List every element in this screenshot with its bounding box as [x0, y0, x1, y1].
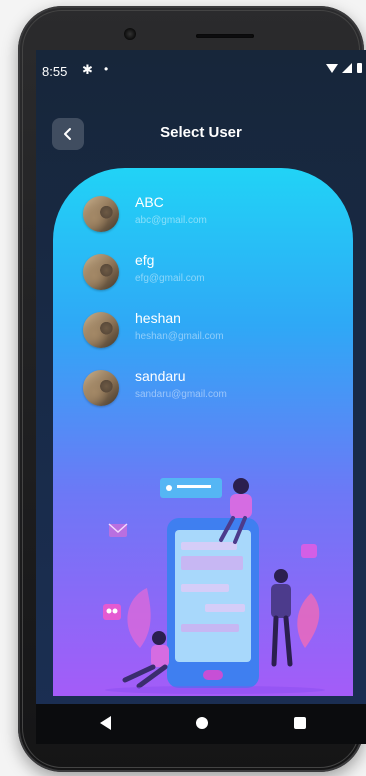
heart-icon: [103, 604, 121, 620]
notification-dot: •: [104, 62, 109, 76]
user-item-heshan[interactable]: heshan heshan@gmail.com: [83, 310, 343, 348]
wifi-icon: [326, 63, 338, 73]
user-name: sandaru: [135, 368, 186, 384]
square-recents-icon[interactable]: [294, 717, 306, 729]
illustration-bubble-dot: [166, 485, 172, 491]
user-list: ABC abc@gmail.com efg efg@gmail.com hesh…: [83, 194, 343, 428]
user-email: efg@gmail.com: [135, 273, 205, 284]
avatar: [83, 254, 119, 290]
user-email: sandaru@gmail.com: [135, 389, 227, 400]
signal-icon: [342, 63, 352, 73]
page-title: Select User: [160, 124, 242, 141]
leaf-left: [127, 588, 151, 648]
battery-icon: [357, 63, 362, 73]
user-name: ABC: [135, 194, 164, 210]
user-email: heshan@gmail.com: [135, 331, 224, 342]
triangle-back-icon[interactable]: [100, 716, 111, 730]
person-top-body: [230, 494, 252, 518]
illustration-msg-2: [181, 556, 243, 570]
user-name: efg: [135, 252, 155, 268]
illustration-msg-5: [181, 624, 239, 632]
avatar: [83, 312, 119, 348]
person-right-head: [274, 569, 288, 583]
illustration-msg-4: [205, 604, 245, 612]
illustration-msg-1: [181, 542, 237, 550]
person-top-head: [233, 478, 249, 494]
leaf-right: [297, 593, 320, 648]
chat-illustration: [103, 478, 325, 694]
illustration-msg-3: [181, 584, 229, 592]
status-bar: 8:55 ✱ •: [36, 50, 366, 90]
like-icon: [301, 544, 317, 558]
illustration-bubble-line: [177, 485, 211, 488]
avatar: [83, 196, 119, 232]
phone-screen: 8:55 ✱ • Select User ABC abc@gmail.com e…: [36, 50, 366, 744]
system-nav-bar: [36, 704, 366, 744]
gear-icon: ✱: [82, 62, 93, 77]
user-item-abc[interactable]: ABC abc@gmail.com: [83, 194, 343, 232]
avatar: [83, 370, 119, 406]
front-camera: [124, 28, 136, 40]
illustration-home-key: [203, 670, 223, 680]
user-card: ABC abc@gmail.com efg efg@gmail.com hesh…: [53, 168, 353, 696]
user-item-efg[interactable]: efg efg@gmail.com: [83, 252, 343, 290]
circle-home-icon[interactable]: [196, 717, 208, 729]
person-left-head: [152, 631, 166, 645]
illustration-ground: [105, 686, 325, 694]
status-icons: [326, 63, 362, 73]
status-time: 8:55: [42, 64, 68, 79]
user-item-sandaru[interactable]: sandaru sandaru@gmail.com: [83, 368, 343, 406]
user-name: heshan: [135, 310, 181, 326]
person-right-body: [271, 584, 291, 618]
person-left-body: [151, 645, 169, 667]
app-bar: Select User: [36, 116, 366, 152]
earpiece-speaker: [196, 34, 254, 38]
user-email: abc@gmail.com: [135, 215, 207, 226]
